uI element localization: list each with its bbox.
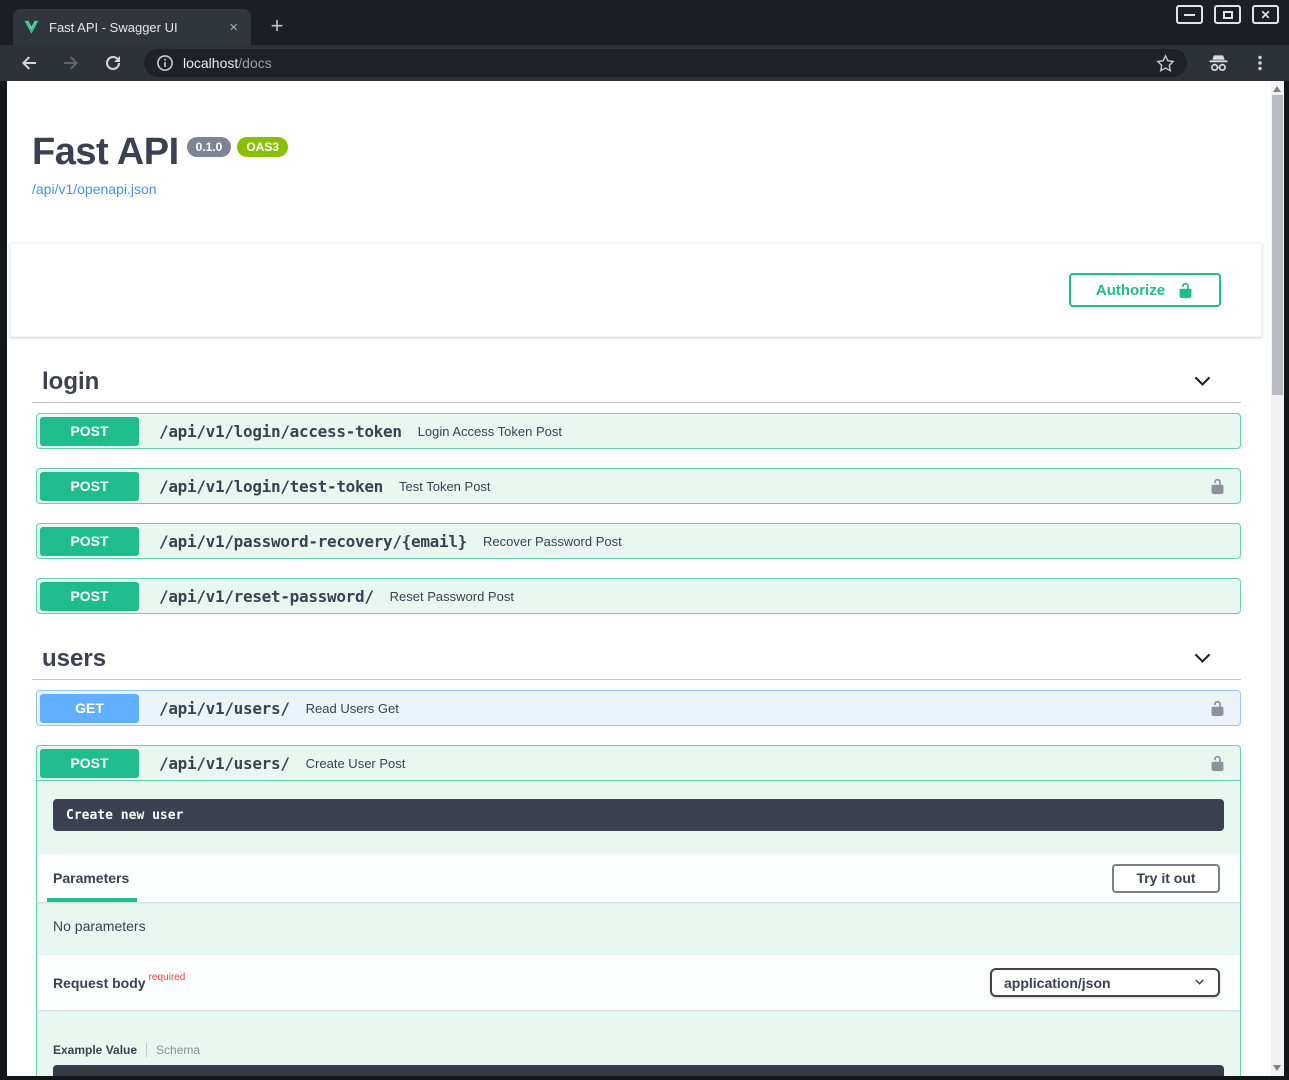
refresh-button[interactable]	[96, 48, 130, 78]
endpoint-summary: Login Access Token Post	[418, 424, 562, 439]
back-button[interactable]	[12, 48, 46, 78]
method-badge: GET	[40, 694, 139, 723]
operation-description: Create new user	[66, 808, 183, 823]
method-badge: POST	[40, 527, 139, 556]
tab-close-icon[interactable]: ×	[226, 20, 241, 35]
oas-badge: OAS3	[237, 137, 288, 157]
login-section-title: login	[42, 368, 99, 396]
bookmark-star-icon[interactable]	[1156, 54, 1175, 73]
request-body-header: Request body required application/json	[37, 955, 1240, 1010]
authorize-button[interactable]: Authorize	[1069, 273, 1221, 307]
minimize-button[interactable]	[1176, 5, 1203, 24]
openapi-spec-link[interactable]: /api/v1/openapi.json	[32, 181, 157, 197]
url-path: /docs	[238, 55, 271, 71]
users-section-title: users	[42, 645, 106, 673]
endpoint-path: /api/v1/password-recovery/{email}	[159, 532, 467, 551]
auth-lock-icon[interactable]	[1209, 478, 1232, 495]
endpoint-row[interactable]: POST /api/v1/users/ Create User Post	[37, 746, 1240, 781]
method-badge: POST	[40, 472, 139, 501]
users-section-header[interactable]: users	[32, 638, 1241, 680]
endpoint-summary: Recover Password Post	[483, 534, 622, 549]
browser-tab[interactable]: Fast API - Swagger UI ×	[13, 9, 251, 45]
endpoint-row[interactable]: POST /api/v1/password-recovery/{email} R…	[36, 523, 1241, 559]
endpoint-path: /api/v1/login/access-token	[159, 422, 402, 441]
url-text[interactable]: localhost/docs	[183, 55, 272, 71]
close-button[interactable]: ✕	[1252, 5, 1279, 24]
tab-divider	[146, 1043, 147, 1057]
expanded-endpoint: POST /api/v1/users/ Create User Post Cre…	[36, 745, 1241, 1076]
endpoint-summary: Test Token Post	[399, 479, 491, 494]
browser-titlebar: Fast API - Swagger UI × + ✕	[0, 0, 1289, 45]
try-it-out-button[interactable]: Try it out	[1112, 864, 1220, 893]
endpoint-row[interactable]: POST /api/v1/reset-password/ Reset Passw…	[36, 578, 1241, 614]
new-tab-button[interactable]: +	[263, 13, 291, 41]
endpoint-row[interactable]: GET /api/v1/users/ Read Users Get	[36, 690, 1241, 726]
parameters-title: Parameters	[53, 870, 129, 886]
maximize-icon	[1223, 11, 1233, 19]
site-info-icon[interactable]	[156, 54, 174, 72]
method-badge: POST	[40, 749, 139, 778]
window-controls: ✕	[1176, 5, 1279, 24]
close-icon: ✕	[1260, 9, 1270, 21]
endpoint-summary: Create User Post	[306, 756, 406, 771]
example-code-block[interactable]: {	[53, 1065, 1224, 1076]
scroll-up-arrow-icon[interactable]	[1273, 86, 1281, 92]
endpoint-path: /api/v1/users/	[159, 699, 290, 718]
tab-parameters[interactable]: Parameters	[53, 854, 129, 902]
auth-lock-icon[interactable]	[1209, 700, 1232, 717]
endpoint-path: /api/v1/reset-password/	[159, 587, 374, 606]
scheme-container: Authorize	[10, 243, 1262, 337]
required-label: required	[149, 972, 186, 983]
endpoint-row[interactable]: POST /api/v1/login/access-token Login Ac…	[36, 413, 1241, 449]
endpoint-path: /api/v1/login/test-token	[159, 477, 383, 496]
page-viewport: Fast API 0.1.0 OAS3 /api/v1/openapi.json…	[7, 81, 1284, 1076]
endpoint-path: /api/v1/users/	[159, 754, 290, 773]
chevron-down-icon	[1193, 976, 1206, 989]
unlock-icon	[1177, 282, 1194, 299]
browser-window: Fast API - Swagger UI × + ✕ localhost/do…	[0, 0, 1289, 1080]
chevron-down-icon[interactable]	[1192, 648, 1213, 669]
auth-lock-icon[interactable]	[1209, 755, 1232, 772]
url-bar[interactable]: localhost/docs	[144, 49, 1187, 77]
fastapi-favicon-icon	[23, 19, 40, 35]
endpoint-summary: Read Users Get	[306, 701, 399, 716]
browser-menu-kebab-icon[interactable]	[1243, 48, 1277, 78]
chevron-down-icon[interactable]	[1192, 371, 1213, 392]
endpoint-row[interactable]: POST /api/v1/login/test-token Test Token…	[36, 468, 1241, 504]
url-host: localhost	[183, 55, 238, 71]
active-tab-underline	[47, 898, 137, 902]
tab-title: Fast API - Swagger UI	[49, 20, 217, 35]
api-info: Fast API 0.1.0 OAS3 /api/v1/openapi.json	[32, 81, 1241, 197]
request-body-example: Example Value Schema {	[37, 1010, 1240, 1076]
maximize-button[interactable]	[1214, 5, 1241, 24]
authorize-label: Authorize	[1096, 282, 1165, 299]
scrollbar-thumb[interactable]	[1272, 95, 1283, 395]
section-users: users GET /api/v1/users/ Read Users Get	[32, 638, 1241, 1076]
scroll-down-arrow-icon[interactable]	[1273, 1065, 1281, 1071]
section-login: login POST /api/v1/login/access-token Lo…	[32, 361, 1241, 614]
endpoint-summary: Reset Password Post	[390, 589, 514, 604]
page-title: Fast API	[32, 131, 179, 174]
method-badge: POST	[40, 582, 139, 611]
operation-description-bar: Create new user	[53, 799, 1224, 831]
swagger-content: Fast API 0.1.0 OAS3 /api/v1/openapi.json…	[7, 81, 1284, 1076]
browser-toolbar: localhost/docs	[0, 45, 1289, 81]
incognito-icon	[1201, 48, 1235, 78]
minimize-icon	[1184, 14, 1195, 16]
forward-button[interactable]	[54, 48, 88, 78]
tab-example-value[interactable]: Example Value	[53, 1043, 137, 1057]
method-badge: POST	[40, 417, 139, 446]
request-body-label: Request body	[53, 975, 146, 991]
no-parameters-text: No parameters	[37, 902, 1240, 955]
page-scrollbar[interactable]	[1271, 81, 1284, 1076]
media-type-value: application/json	[1004, 975, 1111, 991]
media-type-select[interactable]: application/json	[990, 968, 1220, 997]
version-badge: 0.1.0	[187, 137, 232, 157]
tab-schema[interactable]: Schema	[156, 1043, 200, 1057]
login-section-header[interactable]: login	[32, 361, 1241, 403]
parameters-header: Parameters Try it out	[37, 854, 1240, 902]
